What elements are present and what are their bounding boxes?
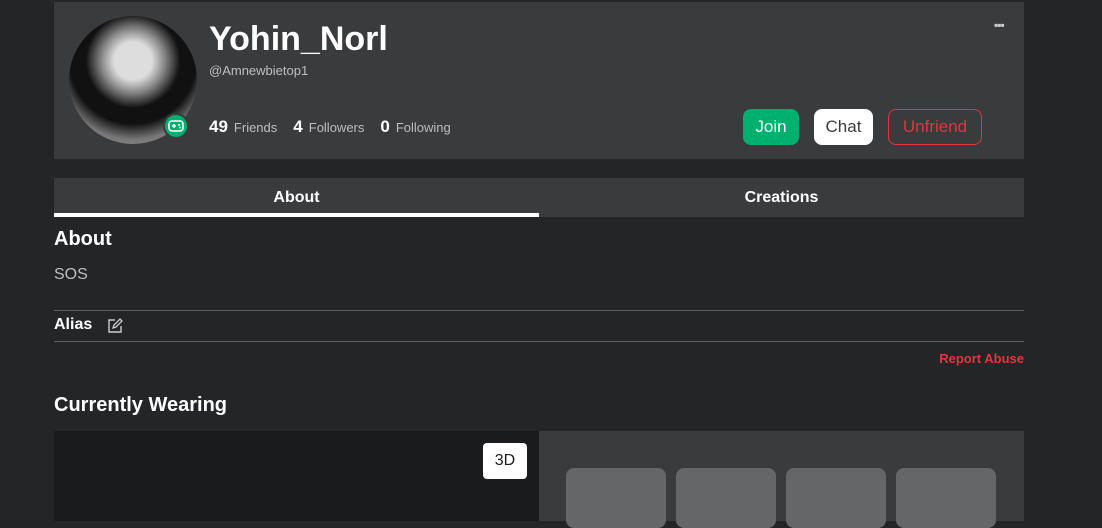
currently-wearing-heading: Currently Wearing	[54, 394, 227, 416]
unfriend-button[interactable]: Unfriend	[888, 109, 982, 145]
join-button[interactable]: Join	[743, 109, 799, 145]
friends-stat[interactable]: 49 Friends	[209, 117, 277, 137]
more-options-icon[interactable]: ▪▪▪	[994, 18, 1005, 32]
tab-creations[interactable]: Creations	[539, 178, 1024, 217]
following-label: Following	[395, 120, 451, 135]
wearing-item-tile[interactable]	[896, 468, 996, 528]
profile-tabs: About Creations	[54, 178, 1024, 217]
display-name: Yohin_Norl	[209, 20, 388, 58]
edit-alias-icon[interactable]	[107, 318, 123, 339]
in-game-presence-icon	[163, 113, 189, 139]
username: @Amnewbietop1	[209, 63, 309, 78]
about-heading: About	[54, 228, 112, 250]
profile-header: Yohin_Norl @Amnewbietop1 49 Friends 4 Foll…	[54, 2, 1024, 159]
alias-label: Alias	[54, 316, 93, 333]
divider	[54, 310, 1024, 311]
divider	[54, 341, 1024, 342]
following-count: 0	[380, 117, 390, 136]
chat-button[interactable]: Chat	[814, 109, 873, 145]
toggle-3d-button[interactable]: 3D	[483, 443, 527, 479]
followers-stat[interactable]: 4 Followers	[293, 117, 364, 137]
followers-label: Followers	[308, 120, 365, 135]
about-text: SOS	[54, 266, 88, 283]
followers-count: 4	[293, 117, 303, 136]
tab-about[interactable]: About	[54, 178, 539, 217]
stats: 49 Friends 4 Followers 0 Following	[209, 117, 451, 137]
friends-count: 49	[209, 117, 228, 136]
wearing-item-tile[interactable]	[786, 468, 886, 528]
friends-label: Friends	[233, 120, 278, 135]
wearing-item-tile[interactable]	[566, 468, 666, 528]
following-stat[interactable]: 0 Following	[380, 117, 450, 137]
report-abuse-link[interactable]: Report Abuse	[939, 351, 1024, 366]
avatar-3d-viewer[interactable]	[54, 431, 539, 521]
wearing-item-tile[interactable]	[676, 468, 776, 528]
